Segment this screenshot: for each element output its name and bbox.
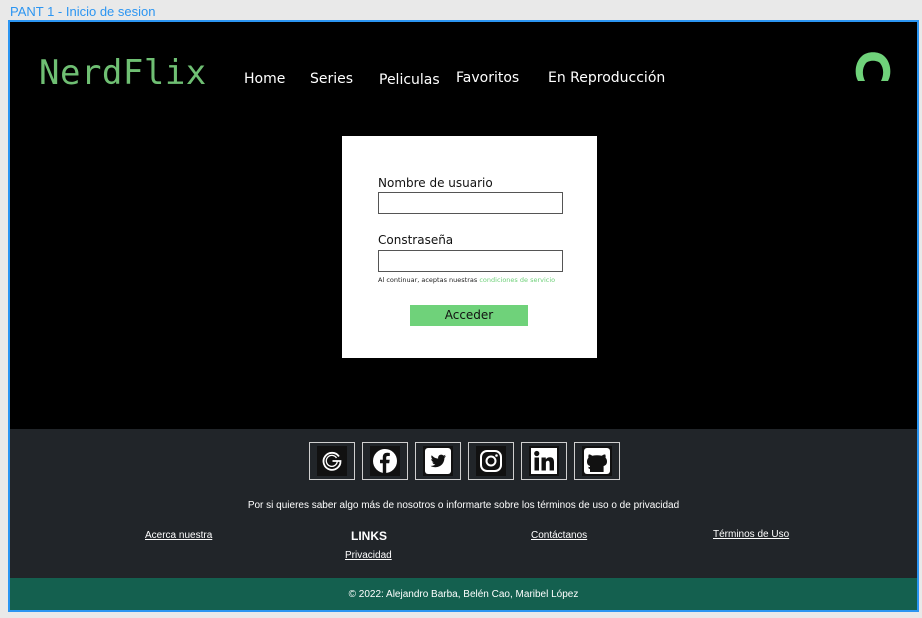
- google-icon: [317, 446, 347, 476]
- github-icon: [582, 446, 612, 476]
- password-input[interactable]: [378, 250, 563, 272]
- password-label: Constraseña: [378, 233, 454, 247]
- link-terminos-de-uso[interactable]: Términos de Uso: [713, 529, 789, 540]
- social-google[interactable]: [309, 442, 355, 480]
- login-button[interactable]: Acceder: [410, 305, 528, 326]
- links-heading: LINKS: [351, 529, 387, 543]
- footer-description: Por si quieres saber algo más de nosotro…: [247, 500, 680, 511]
- social-linkedin[interactable]: [521, 442, 567, 480]
- username-label: Nombre de usuario: [378, 176, 493, 190]
- frame-label: PANT 1 - Inicio de sesion: [10, 4, 156, 19]
- social-instagram[interactable]: [468, 442, 514, 480]
- nav-en-reproduccion[interactable]: En Reproducción: [548, 70, 665, 86]
- login-card: Nombre de usuario Constraseña Al continu…: [342, 136, 597, 358]
- nav-home[interactable]: Home: [244, 71, 285, 87]
- link-acerca-nuestra[interactable]: Acerca nuestra: [145, 530, 212, 541]
- footer: Por si quieres saber algo más de nosotro…: [10, 429, 917, 578]
- link-privacidad[interactable]: Privacidad: [345, 550, 392, 561]
- instagram-icon: [476, 446, 506, 476]
- logo[interactable]: NerdFlix: [39, 53, 207, 93]
- terms-text: Al continuar, aceptas nuestras: [378, 276, 478, 284]
- terms-notice: Al continuar, aceptas nuestras condicion…: [378, 276, 555, 284]
- terms-link[interactable]: condiciones de servicio: [479, 276, 555, 284]
- linkedin-icon: [529, 446, 559, 476]
- nav-favoritos[interactable]: Favoritos: [456, 70, 519, 86]
- social-twitter[interactable]: [415, 442, 461, 480]
- nav-series[interactable]: Series: [310, 71, 353, 87]
- copyright-bar: © 2022: Alejandro Barba, Belén Cao, Mari…: [10, 578, 917, 610]
- username-input[interactable]: [378, 192, 563, 214]
- nav-peliculas[interactable]: Peliculas: [379, 72, 440, 88]
- social-github[interactable]: [574, 442, 620, 480]
- twitter-icon: [423, 446, 453, 476]
- facebook-icon: [370, 446, 400, 476]
- link-contactanos[interactable]: Contáctanos: [531, 530, 587, 541]
- user-avatar-icon[interactable]: [853, 48, 893, 82]
- app-window: NerdFlix Home Series Peliculas Favoritos…: [8, 20, 919, 612]
- social-facebook[interactable]: [362, 442, 408, 480]
